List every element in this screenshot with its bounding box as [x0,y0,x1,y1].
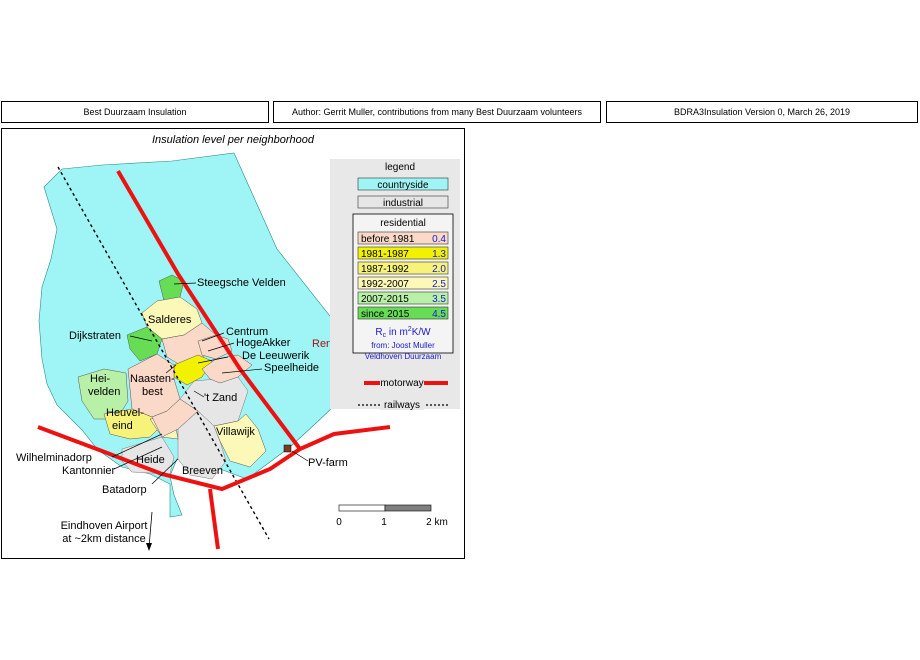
legend-title: legend [385,162,415,173]
label-heivelden-1: Hei- [90,373,111,385]
label-villawijk: Villawijk [216,426,255,438]
label-airport-1: Eindhoven Airport [61,520,148,532]
scale-bar-white [338,504,386,512]
label-heuveleind-1: Heuvel- [106,407,144,419]
insulation-map: Insulation level per neighborhood Steegs… [1,128,465,559]
airport-arrow [148,511,153,548]
label-dijkstraten: Dijkstraten [69,330,121,342]
label-breeven: Breeven [182,465,223,477]
legend-residential-value: 2.0 [432,264,446,275]
legend-residential-label: before 1981 [361,234,415,245]
scale-label-2: 2 km [426,517,448,528]
label-speelheide: Speelheide [264,362,319,374]
label-airport-2: at ~2km distance [62,533,145,545]
legend-residential-value: 2.5 [432,279,446,290]
legend-railway-label: railways [384,400,420,411]
label-hogeakker: HogeAkker [236,337,291,349]
label-pv-farm: PV-farm [308,457,348,469]
label-naastenbest-1: Naasten- [130,373,175,385]
label-naastenbest-2: best [142,386,163,398]
header-author: Author: Gerrit Muller, contributions fro… [273,101,601,123]
legend-residential-value: 3.5 [432,294,446,305]
label-t-zand: 't Zand [204,392,237,404]
map-canvas: Insulation level per neighborhood Steegs… [16,134,460,551]
legend-source-1: from: Joost Muller [371,341,435,350]
scale-label-1: 1 [381,517,387,528]
legend-source-2: Veldhoven Duurzaam [365,352,442,361]
label-kantonnier: Kantonnier [62,465,116,477]
pv-farm-marker [283,444,292,453]
legend-residential-value: 4.5 [432,309,446,320]
legend: legend countryside industrial residentia… [330,159,460,411]
label-heide: Heide [136,454,165,466]
label-wilhelminadorp: Wilhelminadorp [16,452,92,464]
label-heivelden-2: velden [88,386,120,398]
legend-industrial-label: industrial [383,198,423,209]
scale-bar-grey [384,504,432,512]
header-version: BDRA3Insulation Version 0, March 26, 201… [606,101,918,123]
legend-residential-title: residential [380,218,426,229]
motorway-south [208,488,220,550]
legend-motorway-label: motorway [380,378,423,389]
label-de-leeuwerik: De Leeuwerik [242,350,310,362]
legend-residential-label: 1992-2007 [361,279,409,290]
legend-residential-value: 1.3 [432,249,446,260]
legend-residential-label: 1981-1987 [361,249,409,260]
legend-residential-label: since 2015 [361,309,410,320]
scale-label-0: 0 [336,517,342,528]
label-heuveleind-2: eind [112,420,133,432]
label-salderes: Salderes [148,314,192,326]
legend-residential-label: 1987-1992 [361,264,409,275]
airport-arrow-head [146,543,152,551]
legend-countryside-label: countryside [377,180,429,191]
label-steegsche-velden: Steegsche Velden [197,277,286,289]
legend-residential-value: 0.4 [432,234,446,245]
map-title: Insulation level per neighborhood [152,134,315,146]
legend-residential-label: 2007-2015 [361,294,409,305]
header-title: Best Duurzaam Insulation [1,101,269,123]
label-batadorp: Batadorp [102,484,147,496]
